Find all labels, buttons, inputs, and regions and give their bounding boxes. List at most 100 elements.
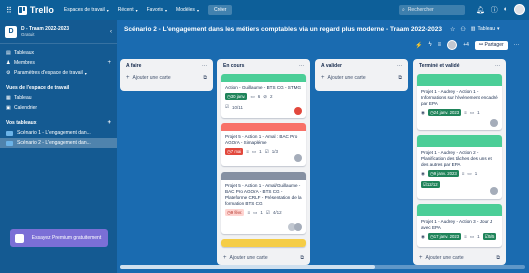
list-title[interactable]: Terminé et validé [419,63,459,69]
menu-recent[interactable]: Récent ▾ [118,7,138,13]
menu-starred-label: Favoris [146,7,164,13]
create-button[interactable]: Créer [207,5,233,15]
due-date-badge[interactable]: ◷ 9 févr. [225,209,245,216]
power-ups-icon[interactable]: ⚡ [415,42,422,49]
list-header[interactable]: Terminé et validé ··· [413,59,506,73]
more-icon[interactable]: ··· [514,42,520,48]
share-button[interactable]: ⚯ Partager [474,40,508,50]
board-title[interactable]: Scénario 2 - L'engagement dans les métie… [124,26,442,33]
due-date-badge[interactable]: ◷ 7 mai [225,148,244,155]
avatar[interactable] [294,154,302,162]
due-date-badge[interactable]: ◷ 24 janv. 2023 [427,109,462,116]
trello-logo-icon [17,5,27,15]
card[interactable]: Action - Guillaume - BTS CG - STMG ◷ 30 … [221,74,306,118]
scrollbar-thumb[interactable] [120,265,375,269]
calendar-icon: ▣ [6,105,11,111]
sidebar-board-2[interactable]: Scénario 2 - L'engagement dan... [0,138,117,148]
list-menu-icon[interactable]: ··· [299,63,304,69]
card-title: Action - Guillaume - BTS CG - STMG [225,85,302,90]
avatar[interactable] [514,4,525,15]
automation-icon[interactable]: ϟ [428,42,431,48]
search-icon: ⌕ [402,7,405,13]
card-badges: ◉ ◷ 24 janv. 2023 ≡ ▭ 1 [417,107,502,118]
app-switcher-icon[interactable]: ⠿ [6,6,12,15]
template-icon[interactable]: ⧉ [398,75,402,81]
sidebar-item-table[interactable]: ▦ Tableau [0,93,117,103]
watch-icon: ◉ [421,233,425,239]
board-icon: ▤ [6,50,11,56]
sidebar-item-label: Calendrier [14,105,38,111]
view-label: Tableau [477,26,496,32]
trello-logo[interactable]: Trello [17,5,54,15]
list-menu-icon[interactable]: ··· [397,63,402,69]
plus-icon: + [321,75,325,81]
avatar[interactable] [294,223,302,231]
template-icon[interactable]: ⧉ [203,75,207,81]
due-date-badge[interactable]: ◷ 9 janv. 2023 [427,170,459,177]
list-header[interactable]: A valider ··· [315,59,408,73]
comments-count: 1 [260,210,263,215]
add-card-button[interactable]: + Ajouter une carte ⧉ [413,253,506,263]
add-board-icon[interactable]: + [107,120,111,126]
collapse-sidebar-icon[interactable]: ‹ [110,29,112,35]
card[interactable]: Projet 5 - Action 1 - Amal/Guillaume - B… [221,172,306,234]
list-title[interactable]: A faire [126,63,141,69]
card-title: Projet 1 - Audrey - Action 2 - Planifica… [421,150,492,167]
premium-button[interactable]: Essayez Premium gratuitement [10,229,108,247]
search-input[interactable]: ⌕ Rechercher [399,5,465,15]
menu-starred[interactable]: Favoris ▾ [147,7,167,13]
trello-logo-text: Trello [29,5,54,15]
add-member-icon[interactable]: + [107,60,111,66]
add-card-button[interactable]: + Ajouter une carte ⧉ [315,73,408,83]
add-card-button[interactable]: + Ajouter une carte ⧉ [120,73,213,83]
members-more[interactable]: +4 [463,42,469,48]
avatar[interactable] [490,119,498,127]
avatar[interactable] [490,187,498,195]
card[interactable]: Projet 1 - Audrey - Action 3 - Jour J av… [417,204,502,247]
horizontal-scrollbar[interactable] [120,265,525,269]
template-icon[interactable]: ⧉ [496,255,500,261]
due-date-badge[interactable]: ◷ 30 janv. [225,93,248,100]
list-title[interactable]: En cours [223,63,244,69]
visibility-icon[interactable]: ⚇ [460,26,465,33]
list-menu-icon[interactable]: ··· [495,63,500,69]
menu-recent-label: Récent [117,7,134,13]
due-date-badge[interactable]: ◷ 17 janv. 2023 [427,233,462,240]
card[interactable] [221,239,306,247]
plus-icon: + [223,255,227,261]
settings-icon[interactable]: ◐ [504,6,508,13]
sidebar-item-boards[interactable]: ▤ Tableaux [0,48,117,58]
list-title[interactable]: A valider [321,63,342,69]
list-header[interactable]: A faire ··· [120,59,213,73]
sidebar-board-1[interactable]: Scénario 1 - L'engagement dan... [0,128,117,138]
comments-icon: ▭ [467,170,472,176]
list-header[interactable]: En cours ··· [217,59,310,73]
card[interactable]: Projet 1 - Audrey - Action 2 - Planifica… [417,135,502,199]
description-icon: ≡ [247,210,251,215]
due-date-label: 17 janv. 2023 [433,234,460,239]
description-icon: ≡ [246,149,249,154]
sidebar-board-label: Scénario 2 - L'engagement dan... [17,140,91,146]
workspace-plan: Gratuit [21,32,35,37]
avatar[interactable] [294,107,302,115]
add-card-button[interactable]: + Ajouter une carte ⧉ [217,253,310,263]
template-icon[interactable]: ⧉ [300,255,304,261]
notifications-icon[interactable]: 🔔︎ [476,6,485,14]
star-icon[interactable]: ☆ [450,26,455,33]
card[interactable]: Projet 5 - Action 1 - Amal : BAC Pro AGO… [221,123,306,166]
menu-templates[interactable]: Modèles ▾ [176,7,199,13]
card[interactable]: Projet 1 - Audrey - Action 1 - Informati… [417,74,502,130]
view-switcher[interactable]: ▥ Tableau ▾ [471,26,500,32]
sidebar-item-calendar[interactable]: ▣ Calendrier [0,103,117,113]
workspace-header[interactable]: D D - Traam 2022-2023 Gratuit ‹ [0,20,117,44]
menu-workspaces[interactable]: Espaces de travail ▾ [64,7,109,13]
avatar[interactable] [447,40,458,50]
sidebar-item-members[interactable]: ♟ Membres + [0,58,117,68]
chevron-down-icon: ▾ [497,26,500,32]
list-menu-icon[interactable]: ··· [202,63,207,69]
add-card-label: Ajouter une carte [229,255,268,261]
checklist-count: 4/12 [272,210,282,215]
sidebar-item-settings[interactable]: ⚙ Paramètres d'espace de travail ▾ [0,68,117,78]
help-icon[interactable]: ⓘ [491,5,498,15]
filter-icon[interactable]: ≡ [438,42,442,48]
